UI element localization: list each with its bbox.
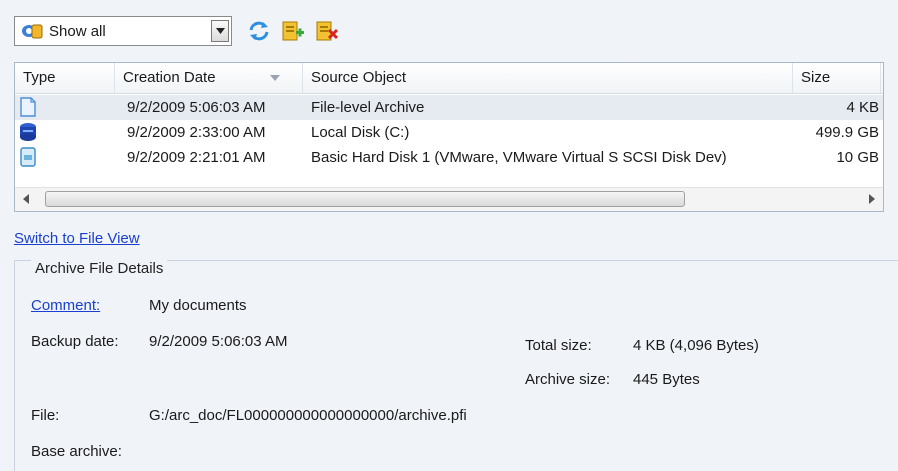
base-archive-label: Base archive: [31, 443, 122, 460]
backup-date-label: Backup date: [31, 333, 119, 350]
file-path-value: G:/arc_doc/FL000000000000000000/archive.… [149, 407, 467, 424]
table-row[interactable]: 9/2/2009 5:06:03 AM File-level Archive 4… [15, 95, 883, 120]
archive-list[interactable]: Type Creation Date Source Object Size 9/… [14, 62, 884, 212]
comment-value: My documents [149, 297, 247, 314]
column-creation-date[interactable]: Creation Date [115, 63, 303, 93]
column-extra [881, 63, 883, 93]
row-size: 4 KB [846, 99, 879, 116]
archive-file-details: Archive File Details Comment: My documen… [14, 260, 898, 471]
table-row[interactable]: 9/2/2009 2:33:00 AM Local Disk (C:) 499.… [15, 120, 883, 145]
list-header: Type Creation Date Source Object Size [15, 63, 883, 94]
scroll-left-icon[interactable] [23, 194, 29, 204]
row-source: Local Disk (C:) [311, 124, 410, 141]
hard-disk-icon [20, 147, 36, 167]
file-archive-icon [20, 97, 36, 117]
column-source-object[interactable]: Source Object [303, 63, 793, 93]
show-filter-combo[interactable]: Show all [14, 16, 232, 46]
switch-to-file-view-link[interactable]: Switch to File View [14, 230, 140, 247]
row-size: 10 GB [836, 149, 879, 166]
delete-archive-icon[interactable] [314, 18, 340, 44]
chevron-down-icon [215, 28, 225, 34]
row-date: 9/2/2009 2:33:00 AM [127, 124, 266, 141]
table-row[interactable]: 9/2/2009 2:21:01 AM Basic Hard Disk 1 (V… [15, 145, 883, 170]
row-date: 9/2/2009 2:21:01 AM [127, 149, 266, 166]
column-type[interactable]: Type [15, 63, 115, 93]
archive-filter-icon [22, 24, 43, 39]
archive-size-value: 445 Bytes [633, 371, 700, 388]
add-archive-icon[interactable] [280, 18, 306, 44]
toolbar: Show all [14, 16, 884, 48]
row-source: File-level Archive [311, 99, 425, 116]
total-size-value: 4 KB (4,096 Bytes) [633, 337, 759, 354]
row-date: 9/2/2009 5:06:03 AM [127, 99, 266, 116]
comment-link[interactable]: Comment: [31, 297, 100, 314]
archive-size-label: Archive size: [525, 371, 611, 388]
refresh-icon[interactable] [246, 18, 272, 44]
local-disk-icon [20, 123, 36, 141]
details-title: Archive File Details [31, 260, 168, 277]
row-source: Basic Hard Disk 1 (VMware, VMware Virtua… [311, 149, 727, 166]
dropdown-button[interactable] [211, 20, 229, 42]
column-size[interactable]: Size [793, 63, 881, 93]
scrollbar-thumb[interactable] [45, 191, 685, 207]
scroll-right-icon[interactable] [869, 194, 875, 204]
column-creation-date-label: Creation Date [123, 69, 216, 86]
backup-date-value: 9/2/2009 5:06:03 AM [149, 333, 288, 350]
horizontal-scrollbar[interactable] [15, 187, 883, 211]
total-size-label: Total size: [525, 337, 592, 354]
sort-descending-icon [270, 75, 280, 81]
file-label: File: [31, 407, 60, 424]
filter-value: Show all [49, 23, 106, 40]
row-size: 499.9 GB [815, 124, 879, 141]
